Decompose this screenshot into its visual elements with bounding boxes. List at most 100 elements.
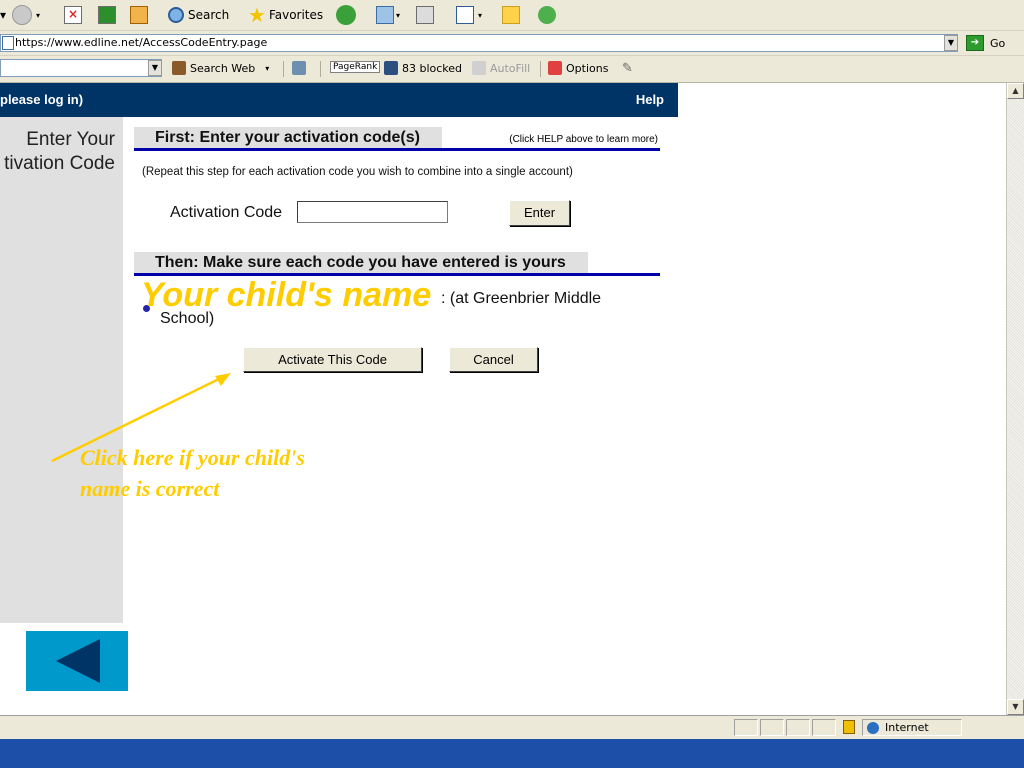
mail-button[interactable]: ▾	[376, 4, 400, 26]
edit-button[interactable]: ▾	[456, 4, 482, 26]
autofill-icon	[472, 61, 486, 75]
popup-blocker-button[interactable]: 83 blocked	[384, 61, 462, 75]
status-cell	[760, 719, 784, 736]
school-text-line2: School)	[160, 310, 215, 327]
messenger-icon	[538, 6, 556, 24]
word-icon	[456, 6, 474, 24]
page-icon	[2, 36, 14, 50]
address-field[interactable]: https://www.edline.net/AccessCodeEntry.p…	[0, 34, 958, 52]
help-link[interactable]: Help	[636, 92, 664, 107]
news-button[interactable]	[292, 61, 306, 75]
refresh-button[interactable]	[98, 4, 116, 26]
home-icon	[130, 6, 148, 24]
search-label: Search	[188, 8, 230, 22]
autofill-button[interactable]: AutoFill	[472, 61, 530, 75]
options-label: Options	[566, 61, 609, 75]
scroll-up-icon[interactable]: ▲	[1007, 83, 1024, 99]
address-url: https://www.edline.net/AccessCodeEntry.p…	[15, 36, 268, 49]
printer-icon	[416, 6, 434, 24]
web-page: please log in) Help Enter Your tivation …	[0, 83, 1005, 715]
mail-icon	[376, 6, 394, 24]
status-cell	[734, 719, 758, 736]
activation-code-input[interactable]	[297, 201, 448, 223]
history-button[interactable]	[336, 4, 356, 26]
side-title-line1: Enter Your	[26, 129, 115, 150]
side-panel: Enter Your tivation Code	[0, 117, 123, 623]
back-dropdown-arrow[interactable]: ▾	[0, 4, 6, 26]
step1-heading-bar: First: Enter your activation code(s) (Cl…	[134, 127, 660, 151]
favorites-button[interactable]: ★ Favorites	[248, 3, 324, 27]
forward-button[interactable]	[12, 4, 32, 26]
side-title-line2: tivation Code	[4, 153, 115, 174]
status-bar: Internet	[0, 715, 1024, 739]
taskbar	[0, 739, 1024, 768]
status-cell	[812, 719, 836, 736]
toolbar-search-field[interactable]	[0, 59, 162, 77]
toolbar-separator	[283, 61, 284, 77]
annotation-text: Click here if your child's name is corre…	[80, 442, 380, 504]
go-button[interactable]: Go	[990, 37, 1005, 50]
toolbar-search-dropdown-icon[interactable]: ▼	[148, 60, 162, 76]
popup-blocked-icon	[384, 61, 398, 75]
status-cell	[786, 719, 810, 736]
print-button[interactable]	[416, 4, 434, 26]
news-icon	[292, 61, 306, 75]
enter-button[interactable]: Enter	[509, 200, 570, 226]
standard-toolbar: ▾ ▾ × Search ★ Favorites ▾ ▾	[0, 0, 1024, 31]
back-slide-button[interactable]	[26, 631, 128, 691]
back-arrow-icon	[56, 639, 100, 683]
repeat-note: (Repeat this step for each activation co…	[142, 166, 573, 178]
lock-icon	[843, 720, 855, 734]
forward-dropdown-icon[interactable]: ▾	[36, 4, 40, 26]
google-options-icon	[548, 61, 562, 75]
annotation-line1: Click here if your child's	[80, 445, 305, 470]
child-name: Your child's name	[141, 276, 432, 314]
cancel-button[interactable]: Cancel	[449, 347, 538, 372]
address-bar: https://www.edline.net/AccessCodeEntry.p…	[0, 31, 1024, 56]
refresh-icon	[98, 6, 116, 24]
search-web-button[interactable]: Search Web ▾	[172, 61, 269, 75]
star-icon: ★	[248, 3, 266, 27]
blocked-label: 83 blocked	[402, 61, 463, 75]
security-zone: Internet	[862, 719, 962, 736]
discuss-button[interactable]	[502, 4, 520, 26]
edline-header-bar: please log in) Help	[0, 83, 678, 117]
pagerank-indicator: PageRank	[330, 61, 381, 73]
binoculars-icon	[172, 61, 186, 75]
forward-icon	[12, 5, 32, 25]
note-icon	[502, 6, 520, 24]
search-web-dropdown-icon: ▾	[265, 63, 270, 73]
step2-heading: Then: Make sure each code you have enter…	[134, 252, 588, 273]
activation-code-label: Activation Code	[170, 204, 283, 221]
stop-button[interactable]: ×	[64, 4, 82, 26]
school-text-line1: : (at Greenbrier Middle	[441, 290, 602, 307]
activate-code-button[interactable]: Activate This Code	[243, 347, 422, 372]
globe-icon	[867, 722, 879, 734]
pagerank-label: PageRank	[330, 61, 381, 73]
search-button[interactable]: Search	[168, 4, 229, 26]
highlight-button[interactable]: ✎	[622, 61, 633, 76]
stop-icon: ×	[64, 6, 82, 24]
vertical-scrollbar[interactable]: ▲ ▼	[1006, 83, 1024, 715]
search-web-label: Search Web	[190, 61, 256, 75]
options-button[interactable]: Options	[548, 61, 608, 75]
history-icon	[336, 5, 356, 25]
autofill-label: AutoFill	[490, 61, 531, 75]
zone-label: Internet	[885, 721, 929, 734]
search-icon	[168, 7, 184, 23]
address-dropdown-icon[interactable]: ▼	[944, 35, 958, 51]
scroll-down-icon[interactable]: ▼	[1007, 699, 1024, 715]
step1-heading: First: Enter your activation code(s)	[134, 127, 442, 148]
help-note: (Click HELP above to learn more)	[509, 134, 658, 145]
go-arrow-icon[interactable]: ➔	[966, 35, 984, 51]
login-prompt: please log in)	[0, 92, 84, 107]
toolbar-separator	[320, 61, 321, 77]
annotation-line2: name is correct	[80, 476, 220, 501]
edit-dropdown-icon: ▾	[478, 10, 483, 20]
step2-heading-bar: Then: Make sure each code you have enter…	[134, 252, 660, 276]
messenger-button[interactable]	[538, 4, 556, 26]
pen-icon: ✎	[622, 61, 633, 76]
toolbar-separator	[540, 61, 541, 77]
home-button[interactable]	[130, 4, 148, 26]
favorites-label: Favorites	[268, 8, 324, 22]
